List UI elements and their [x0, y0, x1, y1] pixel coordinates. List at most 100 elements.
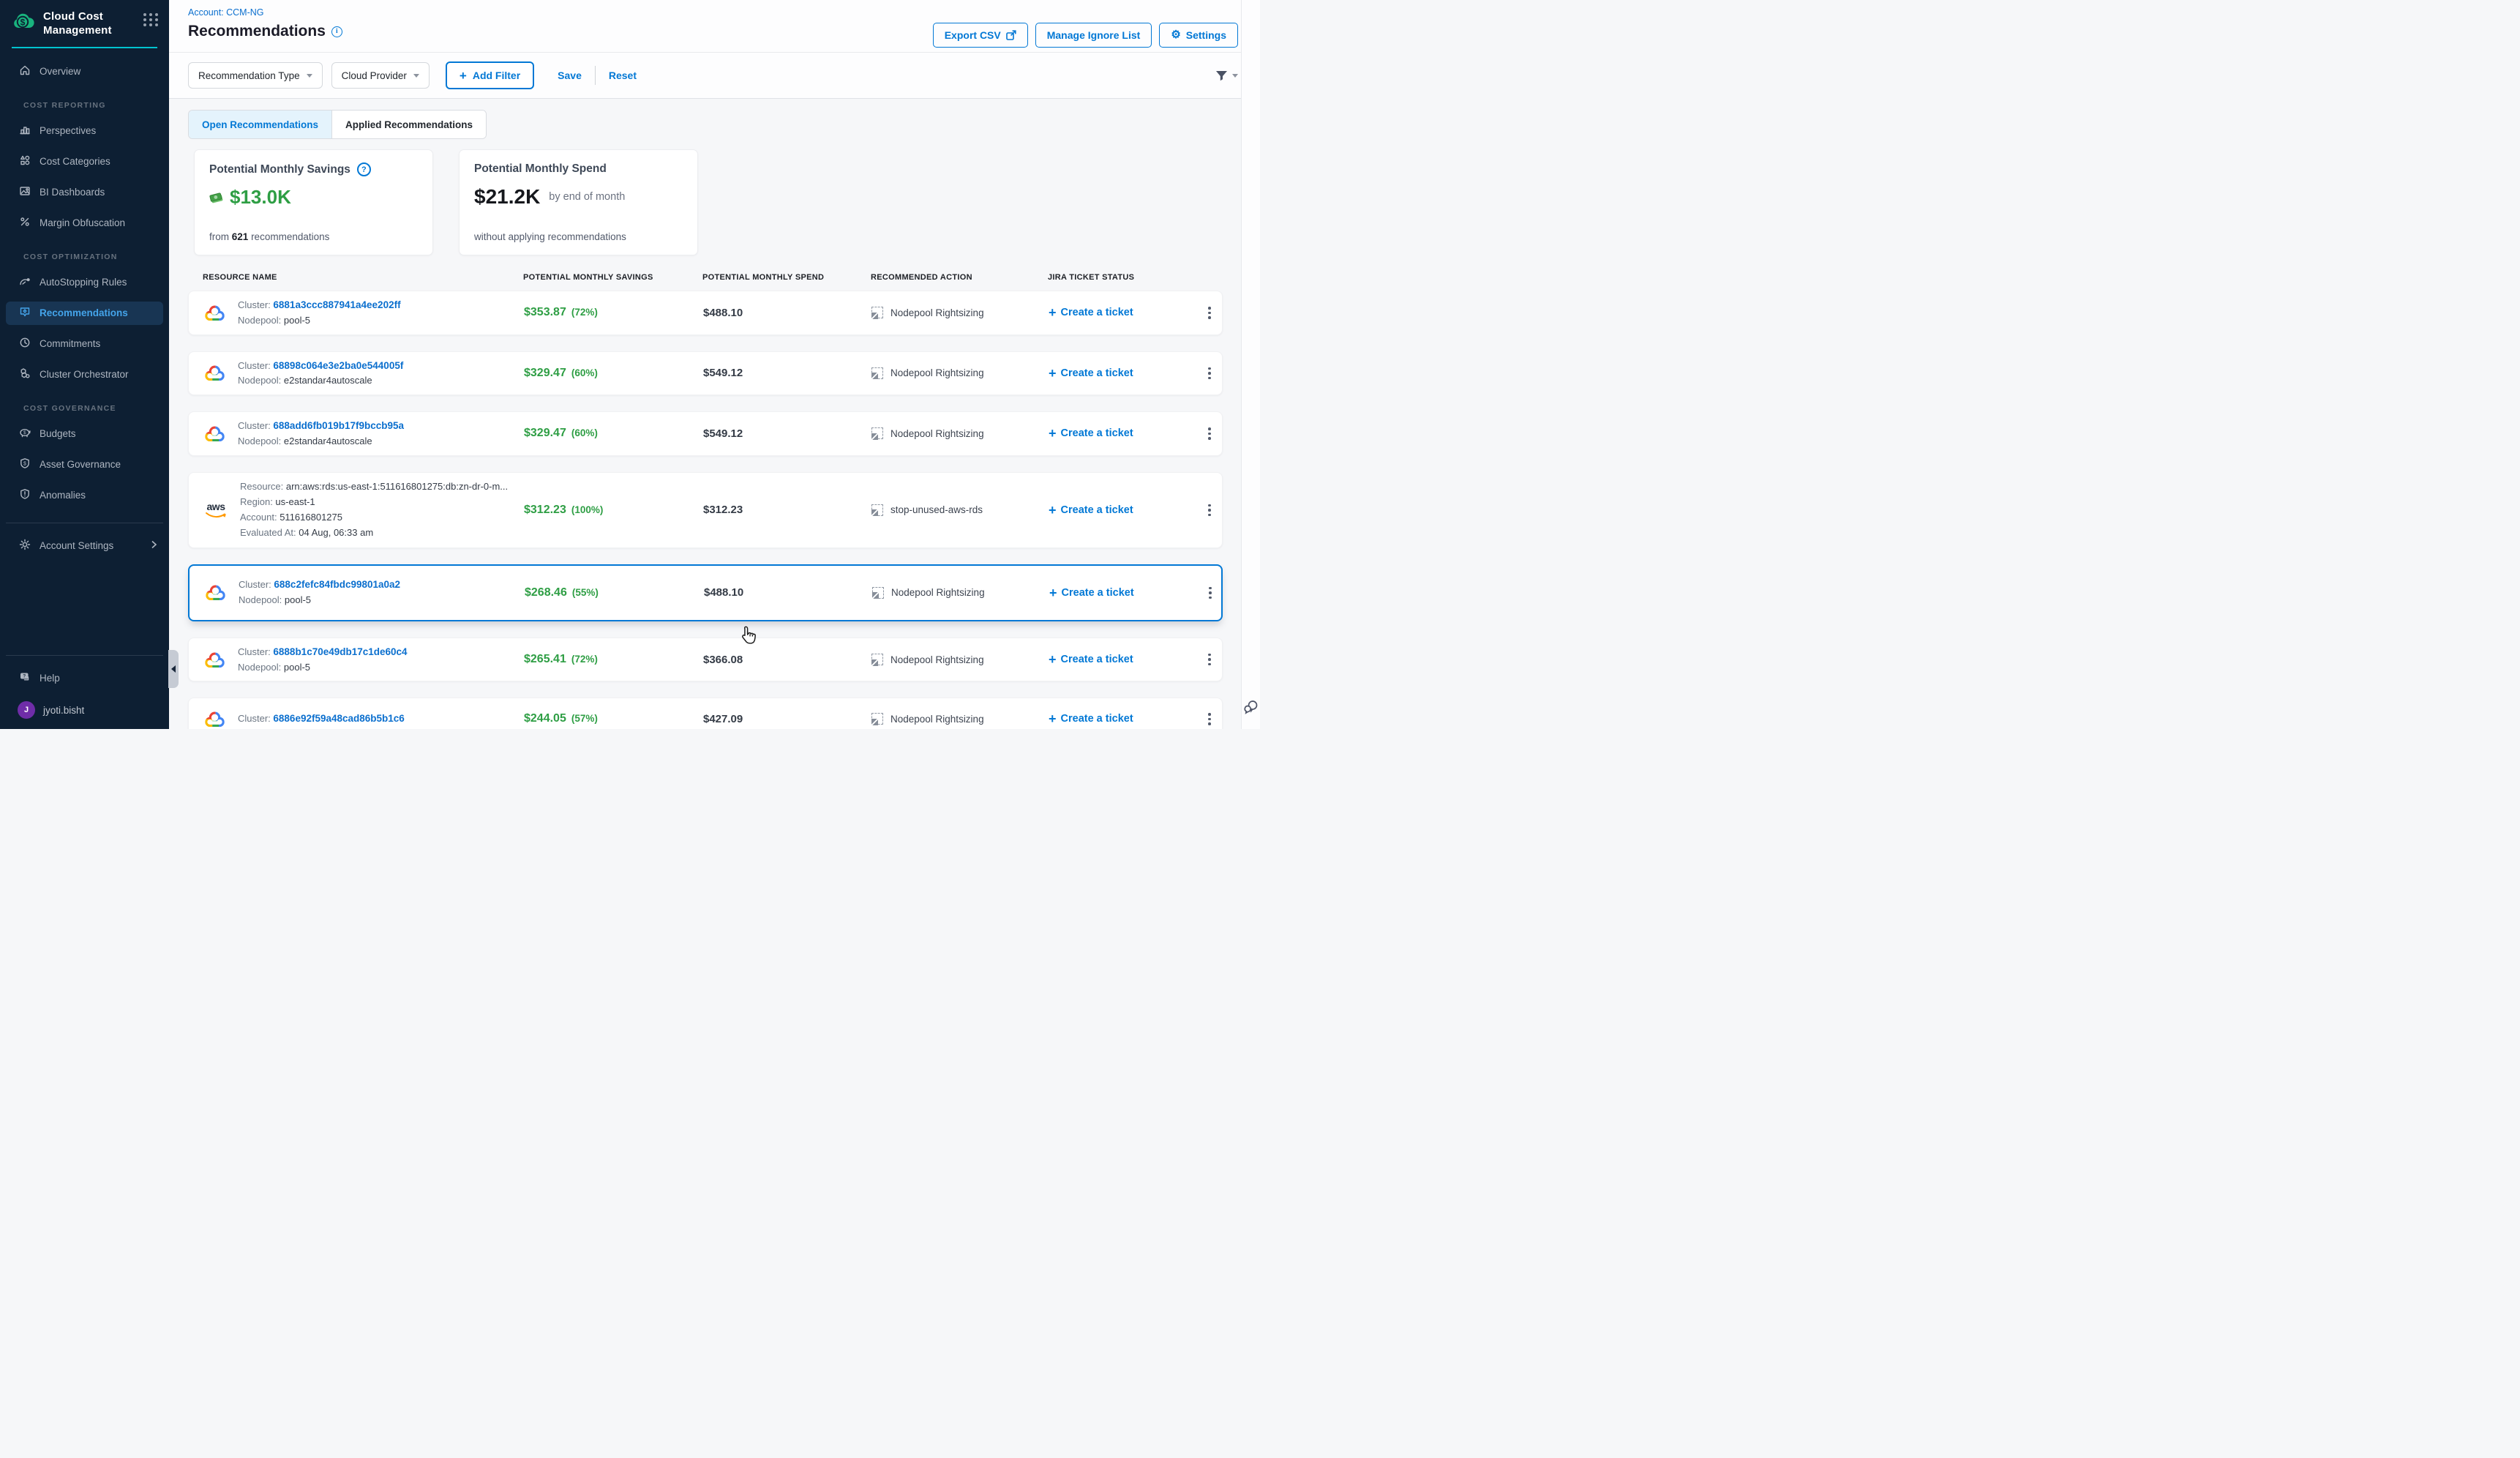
- create-ticket-button[interactable]: + Create a ticket: [1034, 653, 1189, 666]
- row-menu-kebab-icon[interactable]: [1199, 423, 1220, 444]
- save-filter-button[interactable]: Save: [553, 70, 586, 81]
- column-header-resource-name: RESOURCE NAME: [188, 273, 509, 282]
- row-menu-kebab-icon[interactable]: [1200, 583, 1220, 603]
- user-name: jyoti.bisht: [43, 705, 84, 716]
- module-grid-icon[interactable]: [143, 13, 159, 26]
- gcp-icon: [203, 364, 226, 382]
- cloud-provider-dropdown[interactable]: Cloud Provider: [331, 62, 430, 89]
- table-row[interactable]: Cluster: 6886e92f59a48cad86b5b1c6$244.05…: [188, 698, 1223, 729]
- filter-panel-toggle[interactable]: [1215, 70, 1238, 81]
- resource-line: Resource: arn:aws:rds:us-east-1:51161680…: [240, 479, 508, 495]
- plus-icon: +: [1049, 653, 1057, 666]
- tab-applied-recommendations[interactable]: Applied Recommendations: [332, 111, 486, 138]
- create-ticket-button[interactable]: +Create a ticket: [1034, 367, 1189, 380]
- table-row[interactable]: Cluster: 6881a3ccc887941a4ee202ffNodepoo…: [188, 291, 1223, 335]
- chat-widget-button[interactable]: [1242, 699, 1259, 719]
- cloud-provider-label: Cloud Provider: [342, 70, 407, 81]
- cluster-link[interactable]: 6881a3ccc887941a4ee202ff: [273, 299, 400, 310]
- cluster-link[interactable]: 688c2fefc84fbdc99801a0a2: [274, 579, 400, 590]
- table-row[interactable]: Cluster: 688c2fefc84fbdc99801a0a2Nodepoo…: [188, 564, 1223, 621]
- sidebar-item-account-settings[interactable]: Account Settings: [6, 534, 163, 557]
- table-row[interactable]: Cluster: 688add6fb019b17f9bccb95aNodepoo…: [188, 411, 1223, 456]
- reset-filter-button[interactable]: Reset: [604, 70, 641, 81]
- savings-percent: (57%): [571, 713, 598, 724]
- resource-value: pool-5: [285, 594, 311, 605]
- sidebar-item-bi-dashboards[interactable]: BI Dashboards: [6, 181, 163, 204]
- recommended-action-label: Nodepool Rightsizing: [890, 654, 984, 665]
- manage-ignore-list-button[interactable]: Manage Ignore List: [1035, 23, 1152, 48]
- column-header-potential-monthly-savings: POTENTIAL MONTHLY SAVINGS: [509, 273, 688, 282]
- resource-label: Cluster:: [239, 579, 274, 590]
- sidebar-item-recommendations[interactable]: Recommendations: [6, 302, 163, 325]
- export-csv-button[interactable]: Export CSV: [933, 23, 1028, 48]
- add-filter-button[interactable]: + Add Filter: [446, 61, 534, 89]
- resource-label: Account:: [240, 512, 280, 523]
- create-ticket-button[interactable]: +Create a ticket: [1034, 504, 1189, 517]
- table-row[interactable]: Cluster: 68898c064e3e2ba0e544005fNodepoo…: [188, 351, 1223, 396]
- resource-cell: Cluster: 6881a3ccc887941a4ee202ffNodepoo…: [189, 291, 509, 334]
- rightsizing-icon: [872, 587, 884, 599]
- recommendation-type-dropdown[interactable]: Recommendation Type: [188, 62, 323, 89]
- settings-button[interactable]: ⚙ Settings: [1159, 23, 1238, 48]
- sidebar-item-anomalies[interactable]: Anomalies: [6, 484, 163, 507]
- create-ticket-button[interactable]: +Create a ticket: [1034, 712, 1189, 725]
- table-row[interactable]: aws Resource: arn:aws:rds:us-east-1:51161…: [188, 472, 1223, 548]
- savings-amount: $353.87: [524, 306, 566, 318]
- resource-value: 511616801275: [280, 512, 342, 523]
- sidebar-collapse-handle[interactable]: [168, 650, 179, 688]
- cluster-link[interactable]: 6886e92f59a48cad86b5b1c6: [273, 713, 404, 724]
- row-menu-kebab-icon[interactable]: [1199, 649, 1220, 670]
- cluster-icon: [19, 367, 31, 381]
- page-scroll-strip[interactable]: [1241, 0, 1260, 729]
- savings-amount: $329.47: [524, 367, 566, 379]
- sidebar-item-asset-governance[interactable]: $Asset Governance: [6, 453, 163, 476]
- user-menu[interactable]: J jyoti.bisht: [6, 697, 163, 719]
- create-ticket-label: Create a ticket: [1061, 504, 1133, 516]
- sidebar-item-cluster-orchestrator[interactable]: Cluster Orchestrator: [6, 363, 163, 386]
- create-ticket-button[interactable]: +Create a ticket: [1035, 586, 1190, 599]
- sidebar-item-cost-categories[interactable]: Cost Categories: [6, 150, 163, 173]
- resource-line: Nodepool: pool-5: [238, 313, 401, 329]
- row-menu-kebab-icon[interactable]: [1199, 500, 1220, 520]
- cluster-link[interactable]: 68898c064e3e2ba0e544005f: [273, 360, 403, 371]
- aws-icon: aws: [203, 501, 228, 518]
- row-menu-kebab-icon[interactable]: [1199, 302, 1220, 323]
- export-csv-label: Export CSV: [945, 29, 1001, 41]
- cluster-link[interactable]: 688add6fb019b17f9bccb95a: [273, 420, 404, 431]
- resource-line: Cluster: 6881a3ccc887941a4ee202ff: [238, 297, 401, 313]
- sidebar-item-label: Recommendations: [40, 307, 128, 318]
- sidebar-item-commitments[interactable]: Commitments: [6, 332, 163, 356]
- account-settings-label: Account Settings: [40, 540, 113, 551]
- sidebar-item-margin-obfuscation[interactable]: Margin Obfuscation: [6, 212, 163, 235]
- row-menu-kebab-icon[interactable]: [1199, 363, 1220, 384]
- info-icon[interactable]: i: [331, 26, 342, 37]
- potential-monthly-spend-value: $488.10: [689, 307, 857, 319]
- sidebar-item-budgets[interactable]: $Budgets: [6, 422, 163, 446]
- sidebar-item-autostopping-rules[interactable]: AutoStopping Rules: [6, 271, 163, 294]
- create-ticket-button[interactable]: +Create a ticket: [1034, 306, 1189, 319]
- resource-label: Nodepool:: [238, 315, 284, 326]
- spend-card-subtitle: without applying recommendations: [474, 231, 683, 242]
- cluster-link[interactable]: 6888b1c70e49db17c1de60c4: [273, 646, 407, 657]
- tab-open-recommendations[interactable]: Open Recommendations: [189, 111, 332, 138]
- rightsizing-icon: [871, 367, 883, 379]
- help-question-icon[interactable]: ?: [357, 162, 371, 176]
- help-label: Help: [40, 673, 60, 684]
- resource-value: pool-5: [284, 662, 310, 673]
- create-ticket-label: Create a ticket: [1061, 654, 1133, 665]
- sidebar-item-overview[interactable]: Overview: [6, 60, 163, 83]
- sidebar-header: $ Cloud Cost Management: [0, 0, 169, 38]
- account-breadcrumb[interactable]: Account: CCM-NG: [188, 7, 342, 18]
- sidebar-item-help[interactable]: ? Help: [6, 666, 163, 689]
- row-menu-kebab-icon[interactable]: [1199, 709, 1220, 729]
- table-row[interactable]: Cluster: 6888b1c70e49db17c1de60c4Nodepoo…: [188, 638, 1223, 682]
- sidebar-item-label: Perspectives: [40, 125, 96, 136]
- create-ticket-button[interactable]: +Create a ticket: [1034, 427, 1189, 440]
- savings-percent: (100%): [571, 504, 604, 515]
- recommended-action-cell: Nodepool Rightsizing: [857, 307, 1034, 318]
- sidebar-item-label: BI Dashboards: [40, 187, 105, 198]
- resource-value: pool-5: [284, 315, 310, 326]
- sidebar-item-perspectives[interactable]: Perspectives: [6, 119, 163, 143]
- recommended-action-label: Nodepool Rightsizing: [890, 714, 984, 725]
- resource-value: us-east-1: [275, 496, 315, 507]
